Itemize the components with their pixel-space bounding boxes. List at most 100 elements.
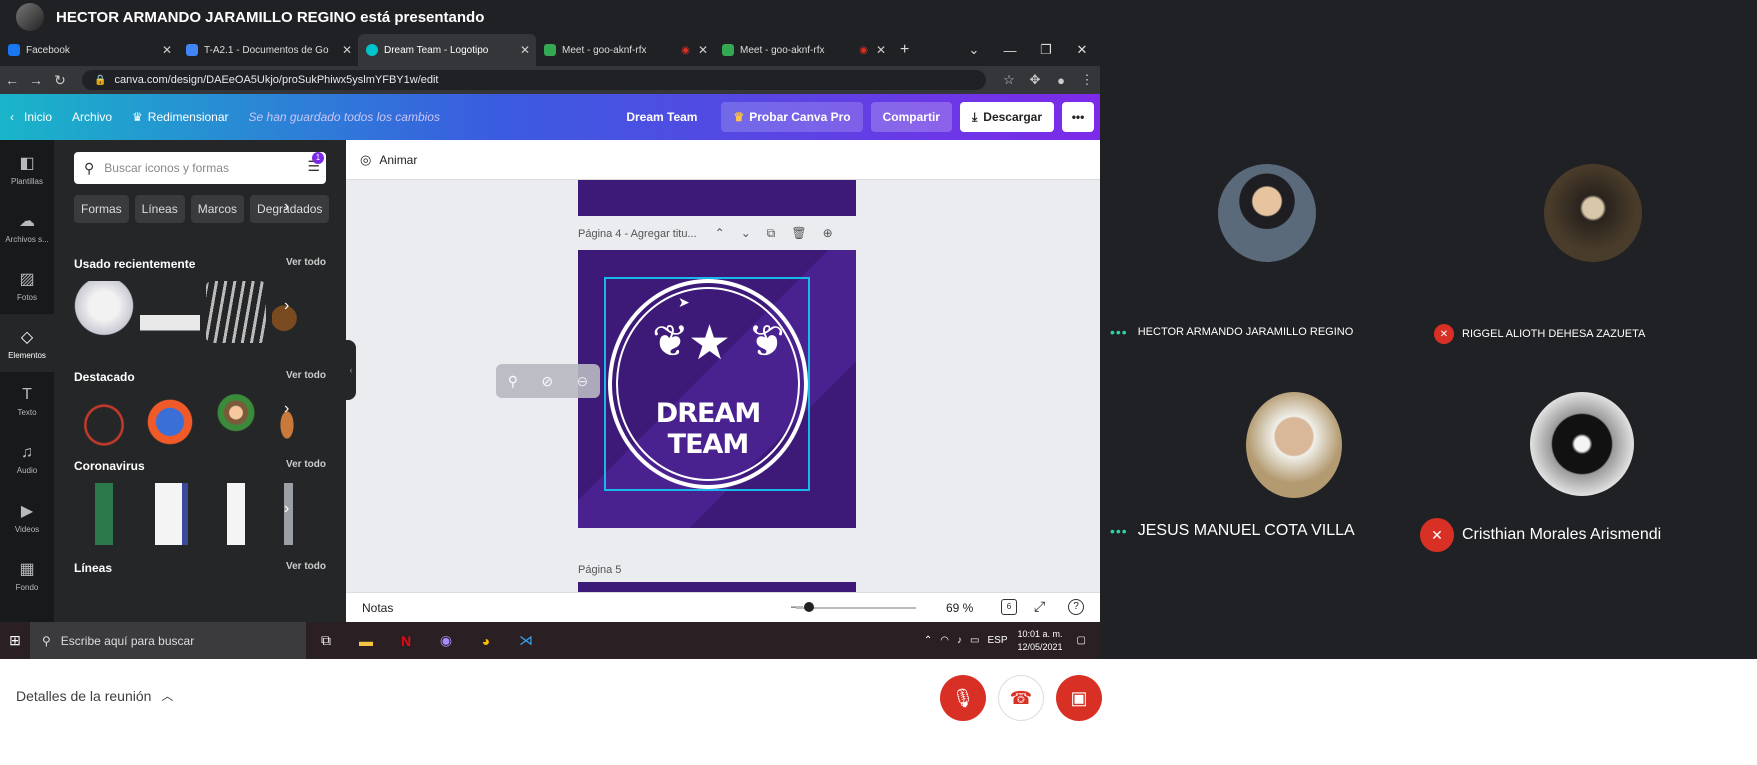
page-5-preview[interactable] [578, 582, 856, 592]
download-button[interactable]: ⤓ Descargar [959, 102, 1054, 132]
vscode-icon[interactable]: ⋊ [506, 622, 546, 659]
tab-meet-1[interactable]: Meet - goo-aknf-rfx ◉ ✕ [536, 34, 714, 66]
profile-icon[interactable]: ● [1048, 73, 1074, 88]
notifications-icon[interactable]: ▢ [1077, 635, 1086, 646]
meeting-details-button[interactable]: Detalles de la reunión ︿ [16, 687, 173, 704]
url-field[interactable]: 🔒 canva.com/design/DAEeOA5Ukjo/proSukPhi… [82, 70, 986, 90]
participant-tile[interactable]: ••• HECTOR ARMANDO JARAMILLO REGINO [1106, 150, 1406, 340]
remove-icon[interactable]: ⊖ [577, 373, 589, 390]
chip-gradients[interactable]: Degradados [250, 195, 330, 223]
rail-text[interactable]: T Texto [0, 372, 54, 430]
chrome-icon[interactable]: ◕ [466, 622, 506, 659]
collapse-panel-button[interactable]: ‹ [346, 340, 356, 400]
thumb-soldiers[interactable] [206, 281, 266, 343]
minimize-icon[interactable]: — [992, 43, 1028, 58]
try-pro-button[interactable]: ♛ Probar Canva Pro [721, 102, 863, 132]
thumb-doctor-white[interactable] [140, 483, 200, 545]
close-tab-icon[interactable]: ✕ [876, 43, 886, 57]
delete-icon[interactable]: 🗑 [791, 226, 806, 241]
zoom-minus-icon[interactable]: — [791, 599, 803, 613]
bookmark-star-icon[interactable]: ☆ [996, 72, 1022, 88]
see-all-link[interactable]: Ver todo [286, 561, 326, 575]
language-indicator[interactable]: ESP [987, 635, 1007, 646]
home-button[interactable]: ‹ Inicio [0, 102, 62, 132]
github-icon[interactable]: ◉ [426, 622, 466, 659]
thumb-astronaut[interactable] [74, 281, 134, 343]
tab-search-icon[interactable]: ⌄ [956, 42, 992, 58]
more-options-button[interactable]: ••• [1062, 102, 1094, 132]
chevron-right-icon[interactable]: › [284, 500, 289, 518]
forward-icon[interactable]: → [24, 72, 48, 88]
rail-elements[interactable]: ◇ Elementos [0, 314, 54, 372]
new-tab-button[interactable]: + [892, 34, 922, 66]
search-input[interactable]: ⚲ Buscar iconos y formas ☰ 1 [74, 152, 326, 184]
rail-background[interactable]: ▦ Fondo [0, 546, 54, 604]
help-icon[interactable]: ? [1068, 599, 1084, 615]
close-tab-icon[interactable]: ✕ [698, 43, 708, 57]
tab-canva[interactable]: Dream Team - Logotipo ✕ [358, 34, 536, 66]
hide-icon[interactable]: ⊘ [541, 373, 553, 390]
thumb-dancer[interactable] [206, 394, 266, 456]
close-tab-icon[interactable]: ✕ [162, 43, 172, 57]
windows-start-icon[interactable]: ⊞ [0, 632, 30, 649]
tab-facebook[interactable]: Facebook ✕ [0, 34, 178, 66]
task-view-icon[interactable]: ⧉ [306, 622, 346, 659]
extensions-icon[interactable]: ✥ [1022, 72, 1048, 88]
page-4[interactable]: ❦ ❦ ★ DREAM TEAM ➤ [578, 250, 856, 528]
pages-count-button[interactable]: 6 [1001, 599, 1017, 615]
page-5-title[interactable]: Página 5 [578, 564, 621, 576]
chevron-up-icon[interactable]: ⌃ [924, 635, 932, 646]
add-page-icon[interactable]: ⊕ [823, 226, 833, 241]
battery-icon[interactable]: ▭ [970, 635, 979, 646]
page-3-preview[interactable] [578, 180, 856, 216]
chevron-right-icon[interactable]: › [284, 297, 289, 315]
participant-tile[interactable]: ••• JESUS MANUEL COTA VILLA [1106, 380, 1406, 570]
thumb-woman[interactable] [140, 394, 200, 456]
participant-tile[interactable]: ✕ Cristhian Morales Arismendi [1418, 380, 1718, 570]
close-tab-icon[interactable]: ✕ [520, 43, 530, 57]
mic-toggle-button[interactable]: 🎙 [940, 675, 986, 721]
clock[interactable]: 10:01 a. m. 12/05/2021 [1018, 628, 1063, 654]
file-menu[interactable]: Archivo [62, 102, 122, 132]
duplicate-icon[interactable]: ⧉ [767, 226, 776, 241]
resize-button[interactable]: ♛ Redimensionar [122, 102, 238, 132]
move-down-icon[interactable]: ⌄ [741, 226, 751, 241]
volume-icon[interactable]: ♪ [957, 635, 962, 646]
chip-shapes[interactable]: Formas [74, 195, 129, 223]
zoom-slider[interactable] [796, 607, 916, 609]
netflix-icon[interactable]: N [386, 622, 426, 659]
participant-tile[interactable]: ✕ RIGGEL ALIOTH DEHESA ZAZUETA [1430, 150, 1730, 344]
menu-icon[interactable]: ⋮ [1074, 72, 1100, 88]
zoom-level[interactable]: 69 % [946, 601, 973, 615]
file-explorer-icon[interactable]: ▬ [346, 622, 386, 659]
chip-frames[interactable]: Marcos [190, 195, 245, 223]
share-button[interactable]: Compartir [870, 102, 952, 132]
move-up-icon[interactable]: ⌃ [715, 226, 725, 241]
rail-videos[interactable]: ▶ Videos [0, 488, 54, 546]
tab-meet-2[interactable]: Meet - goo-aknf-rfx ◉ ✕ [714, 34, 892, 66]
see-all-link[interactable]: Ver todo [286, 459, 326, 473]
restore-icon[interactable]: ❐ [1028, 42, 1064, 58]
project-name[interactable]: Dream Team [616, 102, 707, 132]
see-all-link[interactable]: Ver todo [286, 370, 326, 384]
chevron-right-icon[interactable]: › [284, 400, 289, 418]
pin-icon[interactable]: ⚲ [508, 373, 518, 390]
chip-lines[interactable]: Líneas [134, 195, 185, 223]
rail-audio[interactable]: ♫ Audio [0, 430, 54, 488]
network-icon[interactable]: ◠ [940, 635, 949, 646]
thumb-nurse[interactable] [206, 483, 266, 545]
zoom-slider-handle[interactable] [804, 602, 814, 612]
see-all-link[interactable]: Ver todo [286, 257, 326, 271]
thumb-heart[interactable] [74, 394, 134, 456]
camera-toggle-button[interactable]: ▣ [1056, 675, 1102, 721]
chevron-right-icon[interactable]: › [284, 198, 289, 216]
rail-templates[interactable]: ◧ Plantillas [0, 140, 54, 198]
back-icon[interactable]: ← [0, 72, 24, 88]
leave-call-button[interactable]: ☎ [998, 675, 1044, 721]
page-4-title[interactable]: Página 4 - Agregar titu... [578, 228, 697, 240]
thumb-bed[interactable] [140, 281, 200, 343]
selection-box[interactable] [604, 277, 810, 491]
animate-button[interactable]: Animar [379, 153, 417, 167]
notes-button[interactable]: Notas [362, 601, 393, 615]
close-tab-icon[interactable]: ✕ [342, 43, 352, 57]
